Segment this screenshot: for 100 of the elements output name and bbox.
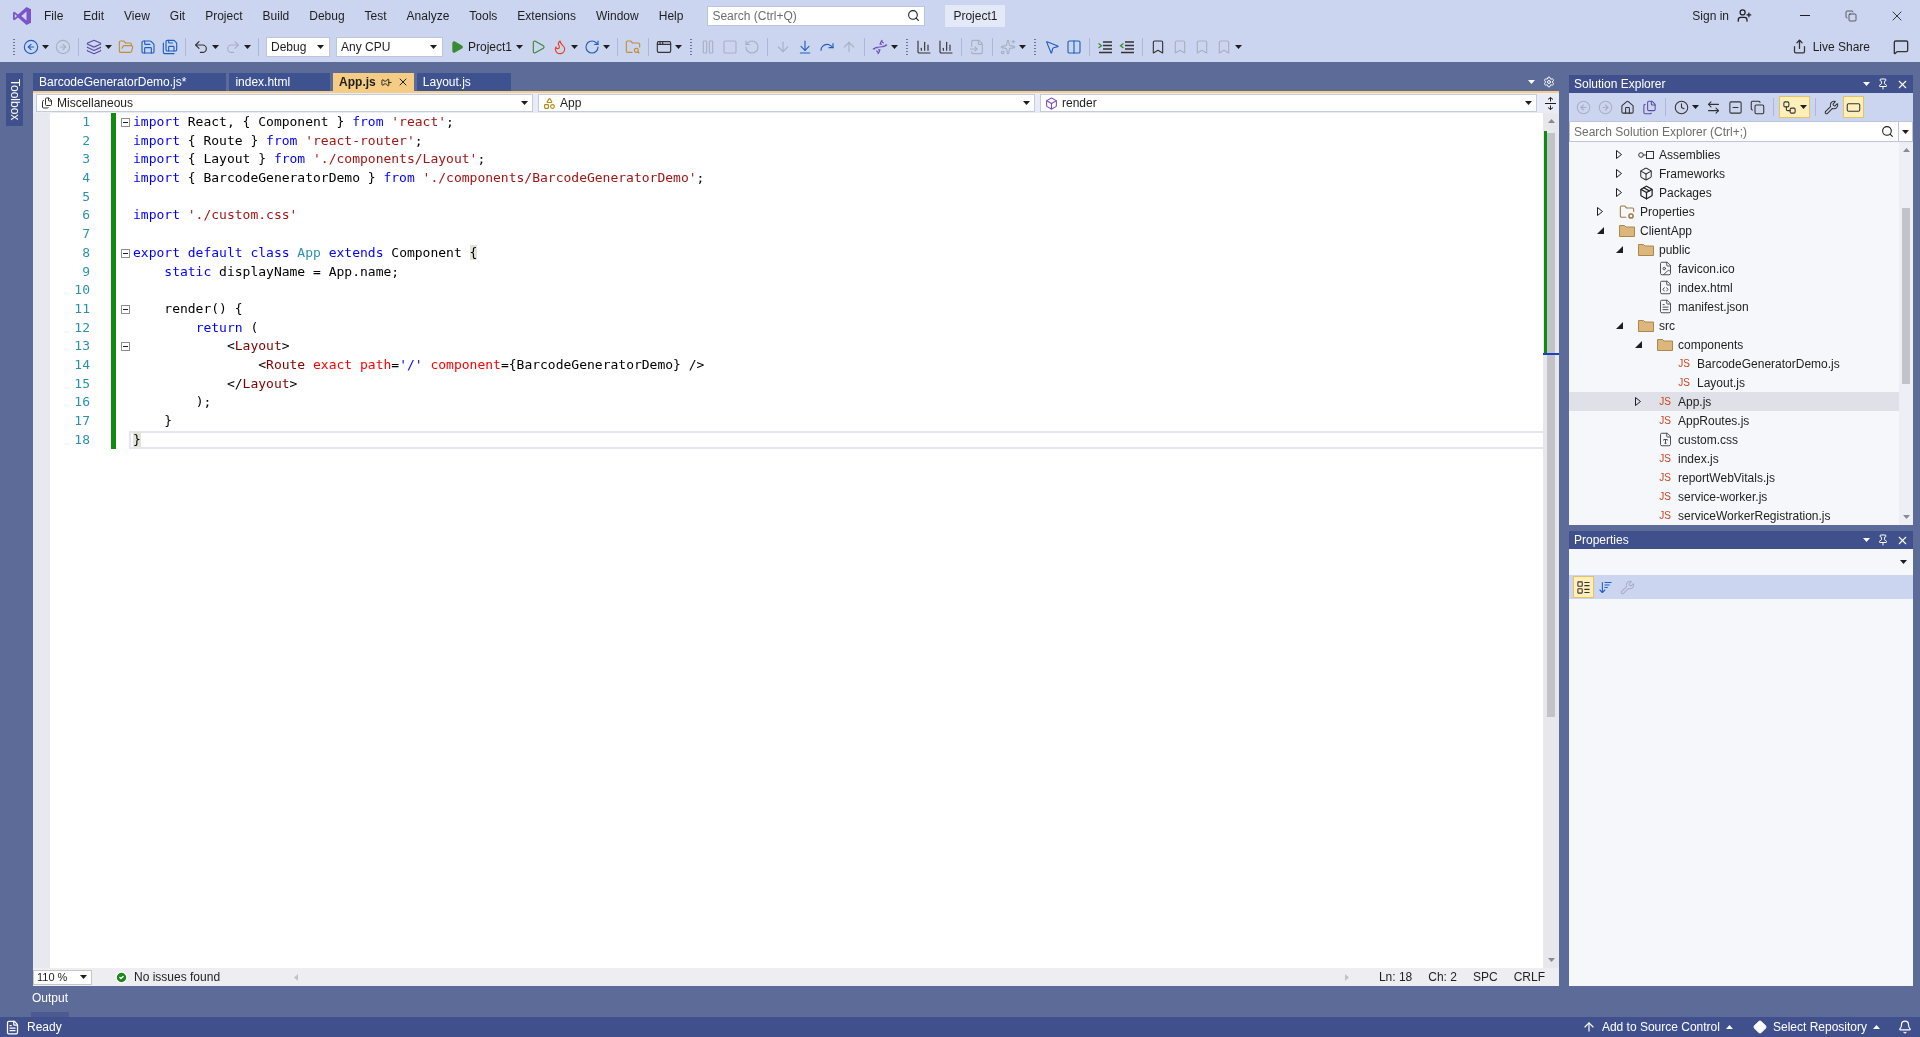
tree-item[interactable]: manifest.json [1569, 297, 1899, 316]
tree-item[interactable]: Assemblies [1569, 145, 1899, 164]
document-tab[interactable]: index.html [229, 73, 331, 91]
expander-triangle-icon[interactable] [1597, 207, 1603, 216]
caret-down-icon[interactable] [212, 44, 219, 49]
expander-triangle-icon[interactable] [1615, 246, 1623, 253]
tree-item[interactable]: JS Layout.js [1569, 373, 1899, 392]
menu-item[interactable]: View [114, 4, 160, 27]
pin-icon[interactable] [1877, 534, 1889, 546]
search-icon[interactable] [1881, 125, 1894, 138]
tree-item[interactable]: components [1569, 335, 1899, 354]
tree-item[interactable]: Frameworks [1569, 164, 1899, 183]
search-field[interactable]: Search Solution Explorer (Ctrl+;) [1569, 121, 1899, 142]
caret-down-icon[interactable] [42, 44, 49, 49]
menu-item[interactable]: Help [648, 4, 694, 27]
tree-item[interactable]: src [1569, 316, 1899, 335]
whitespace-indicator[interactable]: SPC [1464, 970, 1506, 984]
menu-item[interactable]: Test [354, 4, 397, 27]
scroll-down-icon[interactable] [1547, 958, 1555, 962]
sign-in-link[interactable]: Sign in [1684, 8, 1737, 23]
minus-box-icon[interactable] [120, 304, 130, 314]
toolbox-tab[interactable]: Toolbox [6, 73, 23, 127]
type-dropdown[interactable]: App [538, 94, 1035, 112]
tree-item[interactable]: JS index.js [1569, 449, 1899, 468]
caret-down-icon[interactable] [571, 44, 579, 49]
tree-item[interactable]: JS serviceWorkerRegistration.js [1569, 506, 1899, 525]
line-ending-indicator[interactable]: CRLF [1505, 970, 1559, 984]
vertical-scrollbar[interactable] [1899, 142, 1913, 525]
menu-item[interactable]: File [34, 4, 74, 27]
caret-down-icon[interactable] [1800, 105, 1807, 109]
tree-item[interactable]: favicon.ico [1569, 259, 1899, 278]
line-indicator[interactable]: Ln: 18 [1370, 970, 1421, 984]
search-field[interactable]: Search (Ctrl+Q) [707, 5, 926, 26]
menu-item[interactable]: Debug [299, 4, 355, 27]
expander-triangle-icon[interactable] [1635, 397, 1641, 406]
issues-indicator[interactable]: No issues found [115, 970, 221, 984]
repository-button[interactable]: Select Repository [1742, 1020, 1890, 1034]
menu-item[interactable]: Analyze [396, 4, 460, 27]
search-options-dropdown[interactable] [1899, 121, 1913, 142]
expander-triangle-icon[interactable] [1596, 227, 1604, 234]
toolbar-button[interactable] [1779, 96, 1810, 118]
project-dropdown[interactable]: Miscellaneous [36, 94, 533, 112]
document-icon[interactable] [5, 1019, 20, 1035]
expander-triangle-icon[interactable] [1615, 322, 1623, 329]
member-dropdown[interactable]: render [1040, 94, 1537, 112]
tree-item[interactable]: JS reportWebVitals.js [1569, 468, 1899, 487]
tree-item[interactable]: public [1569, 240, 1899, 259]
menu-item[interactable]: Edit [73, 4, 115, 27]
expander-triangle-icon[interactable] [1616, 150, 1622, 159]
tree-item[interactable]: JS BarcodeGeneratorDemo.js [1569, 354, 1899, 373]
split-arrows-icon[interactable] [1545, 96, 1556, 110]
vertical-scrollbar[interactable] [1543, 113, 1559, 968]
minus-box-icon[interactable] [120, 342, 130, 352]
pin-icon[interactable] [1877, 78, 1889, 90]
scroll-up-icon[interactable] [1902, 148, 1910, 152]
caret-down-icon[interactable] [675, 44, 683, 49]
scrollbar-thumb[interactable] [1547, 133, 1555, 718]
tree-item[interactable]: JS AppRoutes.js [1569, 411, 1899, 430]
caret-down-icon[interactable] [1863, 538, 1870, 542]
expander-triangle-icon[interactable] [1616, 169, 1622, 178]
tree-item[interactable]: Properties [1569, 202, 1899, 221]
menu-item[interactable]: Tools [459, 4, 508, 27]
zoom-dropdown[interactable]: 110 % [33, 969, 92, 985]
start-button[interactable]: Project1 [446, 35, 528, 58]
toolbar-grip[interactable] [12, 37, 16, 56]
live-share-button[interactable]: Live Share [1785, 39, 1876, 54]
document-tab[interactable]: Layout.js [416, 73, 511, 91]
scroll-up-icon[interactable] [1547, 119, 1555, 123]
configuration-dropdown[interactable]: Debug [266, 36, 330, 57]
scroll-down-icon[interactable] [1902, 515, 1910, 519]
tree-item[interactable]: custom.css [1569, 430, 1899, 449]
document-tab[interactable]: BarcodeGeneratorDemo.js* [33, 73, 227, 91]
minus-box-icon[interactable] [120, 248, 130, 258]
caret-down-icon[interactable] [891, 44, 899, 49]
expander-triangle-icon[interactable] [1634, 341, 1642, 348]
expander-triangle-icon[interactable] [1616, 188, 1622, 197]
configuration-dropdown[interactable]: Any CPU [336, 36, 443, 57]
caret-down-icon[interactable] [105, 44, 112, 49]
tree-item[interactable]: JS App.js [1569, 392, 1899, 411]
menu-item[interactable]: Git [159, 4, 196, 27]
bell-icon[interactable] [1898, 1020, 1912, 1034]
search-icon[interactable] [907, 9, 921, 22]
caret-down-icon[interactable] [1863, 82, 1870, 86]
column-indicator[interactable]: Ch: 2 [1420, 970, 1465, 984]
caret-down-icon[interactable] [603, 44, 611, 49]
caret-down-icon[interactable] [1692, 105, 1699, 109]
pin-icon[interactable] [380, 76, 392, 88]
menu-item[interactable]: Project [195, 4, 253, 27]
document-tab[interactable]: App.js [333, 73, 414, 91]
tree-item[interactable]: ClientApp [1569, 221, 1899, 240]
settings-icon[interactable] [1543, 76, 1555, 88]
minus-box-icon[interactable] [120, 117, 130, 127]
source-control-button[interactable]: Add to Source Control [1571, 1020, 1743, 1034]
tree-item[interactable]: index.html [1569, 278, 1899, 297]
scrollbar-thumb[interactable] [1902, 208, 1910, 384]
tree-item[interactable]: JS service-worker.js [1569, 487, 1899, 506]
menu-item[interactable]: Extensions [507, 4, 587, 27]
tree-item[interactable]: Packages [1569, 183, 1899, 202]
menu-item[interactable]: Build [252, 4, 300, 27]
menu-item[interactable]: Window [586, 4, 649, 27]
